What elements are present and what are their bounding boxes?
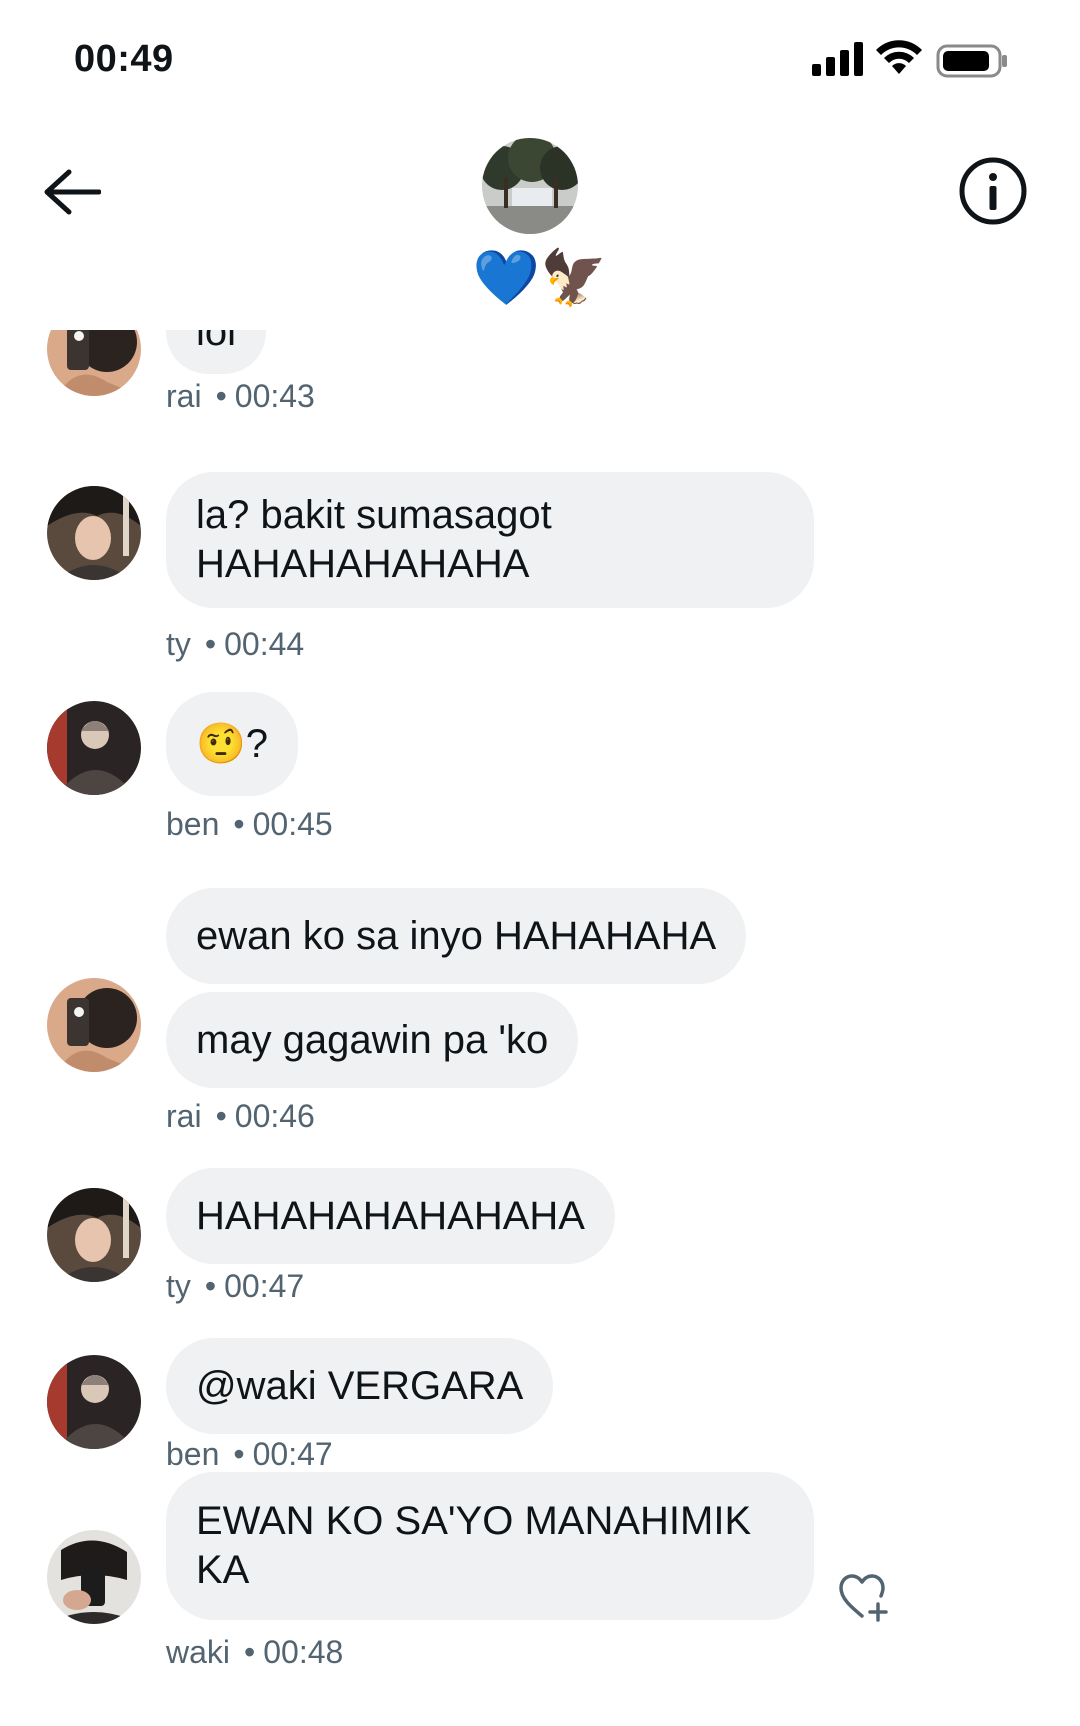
message-text: lol <box>196 330 237 354</box>
message-sender: waki <box>166 1634 231 1670</box>
info-icon <box>959 157 1027 225</box>
message-bubble[interactable]: ewan ko sa inyo HAHAHAHA <box>166 888 747 984</box>
message-bubble[interactable]: may gagawin pa 'ko <box>166 992 579 1088</box>
message-list: lol rai • 00:43 la? bakit sumasagot HAHAHA… <box>0 330 1080 1726</box>
meta-separator: • <box>204 626 217 662</box>
meta-separator: • <box>215 378 227 414</box>
message-bubble[interactable]: la? bakit sumasagot HAHAHAHAHAHA <box>166 472 814 608</box>
meta-separator: • <box>233 1436 245 1472</box>
message-sender: ty <box>166 626 191 662</box>
message-text-line: EWAN KO SA'YO MANAHIMIK <box>196 1499 752 1543</box>
message-meta: rai • 00:46 <box>166 1098 315 1135</box>
message-time: 00:47 <box>252 1436 333 1472</box>
message-text: 🤨? <box>196 721 269 766</box>
heart-add-icon[interactable] <box>838 1572 890 1622</box>
message-text-line: la? bakit sumasagot <box>196 493 552 537</box>
avatar-ty[interactable] <box>47 1188 141 1282</box>
conversation-header: 💙🦅 <box>0 120 1080 330</box>
group-photo-image <box>482 138 578 234</box>
message-time: 00:46 <box>234 1098 315 1134</box>
message-time: 00:47 <box>224 1268 305 1304</box>
message-sender: ty <box>166 1268 191 1304</box>
avatar-rai[interactable] <box>47 978 141 1072</box>
back-arrow-icon <box>44 169 101 215</box>
message-sender: ben <box>166 1436 220 1472</box>
message-bubble[interactable]: 🤨? <box>166 692 299 796</box>
status-bar: 00:49 <box>0 0 1080 120</box>
message-meta: ben • 00:45 <box>166 806 333 843</box>
battery-icon <box>936 44 1007 78</box>
message-time: 00:43 <box>234 378 315 414</box>
message-time: 00:45 <box>252 806 333 842</box>
signal-icon <box>812 42 863 76</box>
message-meta: waki • 00:48 <box>166 1634 343 1671</box>
message-text-line: HAHAHAHAHAHA <box>196 542 530 586</box>
message-text: may gagawin pa 'ko <box>196 1017 549 1062</box>
message-meta: ty • 00:44 <box>166 626 304 663</box>
message-text-line: KA <box>196 1548 250 1592</box>
status-time: 00:49 <box>74 38 174 80</box>
message-text: HAHAHAHAHAHAHA <box>196 1193 585 1238</box>
message-bubble[interactable]: @waki VERGARA <box>166 1338 554 1434</box>
meta-separator: • <box>215 1098 227 1134</box>
message-sender: ben <box>166 806 220 842</box>
message-bubble[interactable]: lol <box>166 330 267 374</box>
avatar-ben[interactable] <box>47 1355 141 1449</box>
wifi-icon <box>876 40 922 74</box>
message-sender: rai <box>166 378 202 414</box>
message-text: @waki VERGARA <box>196 1363 524 1408</box>
message-meta: ben • 00:47 <box>166 1436 333 1473</box>
info-button[interactable] <box>958 156 1028 226</box>
avatar-ty[interactable] <box>47 486 141 580</box>
meta-separator: • <box>244 1634 256 1670</box>
avatar-waki[interactable] <box>47 1530 141 1624</box>
message-bubble[interactable]: HAHAHAHAHAHAHA <box>166 1168 615 1264</box>
avatar-rai[interactable] <box>47 330 141 396</box>
message-meta: rai • 00:43 <box>166 378 315 415</box>
meta-separator: • <box>233 806 245 842</box>
back-button[interactable] <box>40 160 104 224</box>
message-time: 00:48 <box>263 1634 344 1670</box>
group-name: 💙🦅 <box>472 248 608 308</box>
message-time: 00:44 <box>224 626 305 662</box>
meta-separator: • <box>204 1268 217 1304</box>
message-sender: rai <box>166 1098 202 1134</box>
message-text: ewan ko sa inyo HAHAHAHA <box>196 913 717 958</box>
avatar-ben[interactable] <box>47 701 141 795</box>
message-meta: ty • 00:47 <box>166 1268 304 1305</box>
message-bubble[interactable]: EWAN KO SA'YO MANAHIMIK KA <box>166 1472 814 1620</box>
group-avatar[interactable] <box>482 138 578 234</box>
